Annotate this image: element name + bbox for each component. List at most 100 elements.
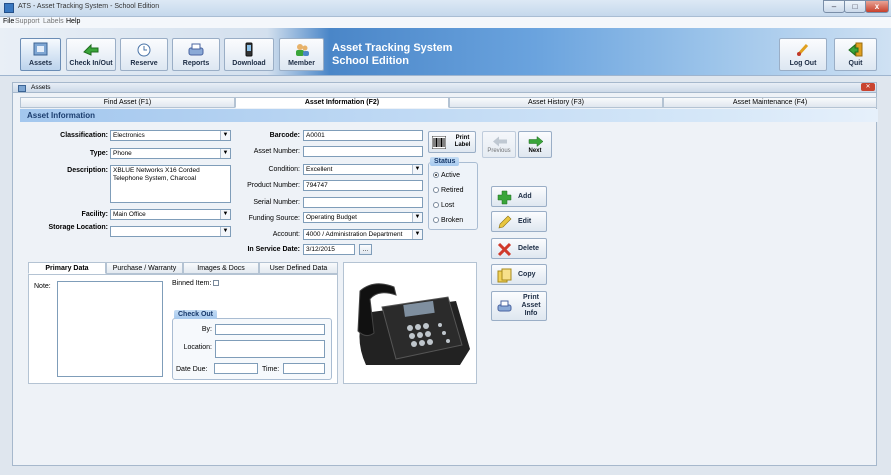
check-out-by-field[interactable]	[215, 324, 325, 335]
download-icon	[245, 42, 253, 57]
location-label: Location:	[183, 344, 212, 351]
status-active-radio[interactable]: Active	[433, 172, 460, 179]
asset-photo[interactable]	[352, 273, 470, 375]
time-field[interactable]	[283, 363, 325, 374]
log-out-icon	[796, 43, 809, 57]
chevron-down-icon: ▼	[220, 131, 230, 140]
plus-icon	[497, 190, 512, 205]
arrow-left-icon	[493, 136, 507, 147]
tab-asset-maintenance[interactable]: Asset Maintenance (F4)	[663, 97, 877, 108]
app-icon	[4, 3, 14, 13]
reports-button[interactable]: Reports	[172, 38, 220, 71]
menu-help[interactable]: Help	[66, 18, 80, 25]
chevron-down-icon: ▼	[412, 230, 422, 239]
minimize-button[interactable]: –	[823, 0, 845, 13]
reports-icon	[188, 43, 204, 56]
section-header: Asset Information	[20, 109, 878, 122]
barcode-field[interactable]: A0001	[303, 130, 423, 141]
classification-label: Classification:	[60, 132, 108, 139]
reserve-button[interactable]: Reserve	[120, 38, 168, 71]
condition-select[interactable]: Excellent ▼	[303, 164, 423, 175]
description-field[interactable]: XBLUE Networks X16 Corded Telephone Syst…	[110, 165, 231, 203]
check-in-out-icon	[83, 43, 99, 56]
member-icon	[295, 44, 309, 56]
tab-find-asset[interactable]: Find Asset (F1)	[20, 97, 235, 108]
storage-location-label: Storage Location:	[48, 224, 108, 231]
tab-images-docs[interactable]: Images & Docs	[183, 262, 259, 274]
assets-panel-header: Assets	[12, 82, 877, 93]
previous-button[interactable]: Previous	[482, 131, 516, 158]
classification-select[interactable]: Electronics ▼	[110, 130, 231, 141]
print-label-button[interactable]: Print Label	[428, 131, 476, 153]
type-select[interactable]: Phone ▼	[110, 148, 231, 159]
panel-close-button[interactable]: ✕	[861, 83, 875, 91]
date-due-label: Date Due:	[176, 366, 208, 373]
download-button[interactable]: Download	[224, 38, 274, 71]
in-service-date-label: In Service Date:	[247, 246, 300, 253]
pencil-icon	[498, 215, 512, 229]
by-label: By:	[201, 326, 212, 333]
asset-number-label: Asset Number:	[253, 148, 300, 155]
account-select[interactable]: 4000 / Administration Department ▼	[303, 229, 423, 240]
account-label: Account:	[272, 231, 300, 238]
check-out-title: Check Out	[174, 310, 218, 319]
menu-bar: File Support Labels Help	[0, 17, 891, 28]
quit-icon	[847, 42, 862, 57]
title-bar: ATS - Asset Tracking System - School Edi…	[0, 0, 891, 17]
assets-panel-title: Assets	[31, 84, 51, 91]
menu-labels[interactable]: Labels	[43, 18, 64, 25]
check-in-out-button[interactable]: Check In/Out	[66, 38, 116, 71]
status-retired-radio[interactable]: Retired	[433, 187, 464, 194]
quit-button[interactable]: Quit	[834, 38, 877, 71]
assets-button[interactable]: Assets	[20, 38, 61, 71]
facility-select[interactable]: Main Office ▼	[110, 209, 231, 220]
barcode-label: Barcode:	[269, 132, 300, 139]
tab-asset-information[interactable]: Asset Information (F2)	[235, 97, 449, 108]
funding-source-select[interactable]: Operating Budget ▼	[303, 212, 423, 223]
chevron-down-icon: ▼	[412, 165, 422, 174]
tab-asset-history[interactable]: Asset History (F3)	[449, 97, 663, 108]
asset-number-field[interactable]	[303, 146, 423, 157]
tab-user-defined-data[interactable]: User Defined Data	[259, 262, 338, 274]
date-picker-button[interactable]: ...	[359, 244, 372, 255]
tab-purchase-warranty[interactable]: Purchase / Warranty	[106, 262, 183, 274]
date-due-field[interactable]	[214, 363, 258, 374]
log-out-button[interactable]: Log Out	[779, 38, 827, 71]
copy-button[interactable]: Copy	[491, 264, 547, 285]
status-broken-radio[interactable]: Broken	[433, 217, 463, 224]
binned-item-label: Binned Item:	[172, 280, 220, 287]
chevron-down-icon: ▼	[220, 227, 230, 236]
serial-number-label: Serial Number:	[253, 199, 300, 206]
product-number-field[interactable]: 794747	[303, 180, 423, 191]
reserve-icon	[137, 43, 151, 57]
check-out-location-field[interactable]	[215, 340, 325, 358]
chevron-down-icon: ▼	[412, 213, 422, 222]
print-label-text: Print Label	[454, 135, 471, 148]
member-button[interactable]: Member	[279, 38, 324, 71]
time-label: Time:	[262, 366, 280, 373]
asset-photo-frame	[343, 262, 477, 384]
serial-number-field[interactable]	[303, 197, 423, 208]
print-asset-info-button[interactable]: Print Asset Info	[491, 291, 547, 321]
menu-file[interactable]: File	[3, 18, 14, 25]
type-label: Type:	[89, 150, 108, 157]
chevron-down-icon: ▼	[220, 149, 230, 158]
edit-button[interactable]: Edit	[491, 211, 547, 232]
assets-icon	[33, 42, 47, 56]
note-field[interactable]	[57, 281, 163, 377]
printer-icon	[497, 300, 512, 312]
maximize-button[interactable]: □	[844, 0, 866, 13]
tab-primary-data[interactable]: Primary Data	[28, 262, 106, 274]
binned-item-checkbox[interactable]	[213, 280, 220, 286]
delete-button[interactable]: Delete	[491, 238, 547, 259]
close-window-button[interactable]: x	[865, 0, 889, 13]
condition-label: Condition:	[268, 166, 300, 173]
menu-support[interactable]: Support	[15, 18, 40, 25]
storage-location-select[interactable]: ▼	[110, 226, 231, 237]
status-lost-radio[interactable]: Lost	[433, 202, 454, 209]
in-service-date-field[interactable]: 3/12/2015	[303, 244, 355, 255]
add-button[interactable]: Add	[491, 186, 547, 207]
arrow-right-icon	[528, 136, 544, 147]
next-button[interactable]: Next	[518, 131, 552, 158]
facility-label: Facility:	[81, 211, 108, 218]
